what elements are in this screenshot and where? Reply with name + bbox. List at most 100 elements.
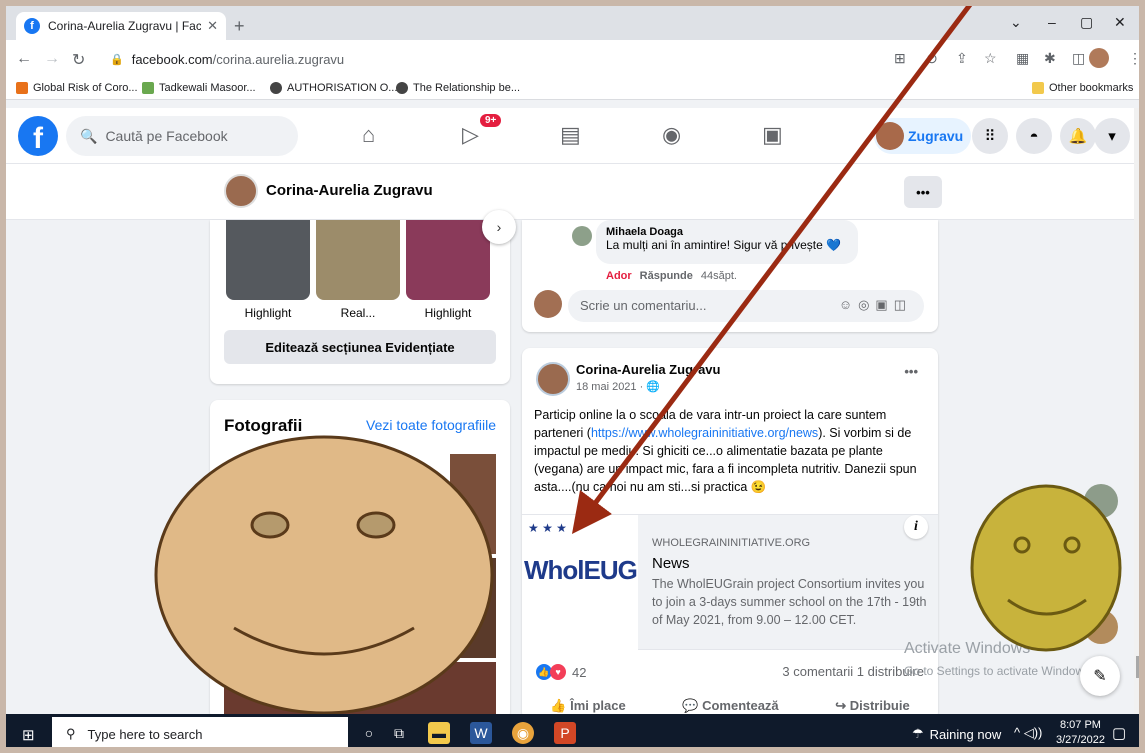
info-icon[interactable]: i	[904, 515, 928, 539]
tab-search-icon[interactable]: ⌄	[1010, 14, 1022, 31]
post-more-button[interactable]: •••	[904, 364, 918, 379]
groups-icon[interactable]: ◉	[662, 122, 681, 148]
photo-thumbnail[interactable]	[224, 662, 496, 720]
reaction-summary[interactable]: 👍 ♥ 42	[536, 664, 586, 680]
user-profile-chip[interactable]: Zugravu	[874, 118, 972, 154]
comment-tools-icon[interactable]: ☺◎▣◫	[839, 297, 912, 313]
comment-reaction-link[interactable]: Ador	[606, 270, 632, 282]
post-author[interactable]: Corina-Aurelia Zugravu	[576, 362, 720, 377]
link-preview-description: The WholEUGrain project Consortium invit…	[652, 577, 927, 627]
reload-icon[interactable]: ↻	[72, 50, 85, 70]
close-window-button[interactable]: ✕	[1114, 14, 1126, 31]
bookmark-item[interactable]: AUTHORISATION O...	[270, 82, 397, 94]
extensions-puzzle-icon[interactable]: ✱	[1044, 50, 1056, 67]
chevron-right-icon[interactable]: ›	[482, 210, 516, 244]
comment-button[interactable]: 💬 Comentează	[682, 698, 778, 714]
highlights-card: Highlight Real... Highlight Editează sec…	[210, 220, 510, 384]
write-comment-input[interactable]: Scrie un comentariu... ☺◎▣◫	[568, 290, 924, 322]
watch-video-icon[interactable]: ▷	[462, 122, 479, 148]
edit-highlights-button[interactable]: Editează secțiunea Evidențiate	[224, 330, 496, 364]
back-icon[interactable]: ←	[16, 50, 32, 68]
block-icon[interactable]: ⊘	[926, 50, 938, 67]
avatar[interactable]	[224, 174, 258, 208]
minimize-button[interactable]: –	[1048, 14, 1056, 30]
other-bookmarks[interactable]: Other bookmarks	[1032, 82, 1133, 94]
marketplace-icon[interactable]: ▤	[560, 122, 581, 148]
notifications-bell-icon[interactable]: 🔔	[1060, 118, 1096, 154]
extension-grid-icon[interactable]: ▦	[1016, 50, 1029, 67]
facebook-logo-icon[interactable]: f	[18, 116, 58, 156]
browser-tab[interactable]: f Corina-Aurelia Zugravu | Facebook ✕	[16, 12, 226, 40]
account-dropdown-icon[interactable]: ▾	[1094, 118, 1130, 154]
highlight-thumbnail[interactable]	[226, 220, 310, 300]
profile-name[interactable]: Corina-Aurelia Zugravu	[266, 182, 433, 199]
chrome-profile-avatar[interactable]	[1089, 48, 1109, 68]
contact-avatar[interactable]	[1084, 610, 1118, 644]
weather-widget[interactable]: ☂ Raining now	[912, 726, 1001, 742]
address-bar[interactable]: 🔒 facebook.com/corina.aurelia.zugravu	[110, 46, 910, 72]
activate-windows-subtitle: Go to Settings to activate Windows.	[904, 664, 1094, 678]
new-message-icon[interactable]: ✎	[1080, 656, 1120, 696]
side-panel-icon[interactable]: ◫	[1072, 50, 1085, 67]
facebook-search-input[interactable]: 🔍 Caută pe Facebook	[66, 116, 298, 156]
home-icon[interactable]: ⌂	[362, 122, 375, 148]
messenger-icon[interactable]: ◓	[1016, 118, 1052, 154]
highlight-thumbnail[interactable]	[316, 220, 400, 300]
share-icon[interactable]: ⇪	[956, 50, 968, 67]
browser-toolbar: ← → ↻ 🔒 facebook.com/corina.aurelia.zugr…	[6, 40, 1142, 78]
chrome-menu-icon[interactable]: ⋮	[1128, 50, 1142, 67]
see-all-photos-link[interactable]: Vezi toate fotografiile	[366, 417, 496, 433]
scrollbar-thumb[interactable]	[1136, 656, 1143, 678]
taskbar-search-input[interactable]: ⚲ Type here to search	[52, 717, 348, 751]
task-view-icon[interactable]: ⧉	[388, 722, 410, 744]
forward-icon[interactable]: →	[44, 50, 60, 68]
gaming-icon[interactable]: ▣	[762, 122, 783, 148]
tab-close-icon[interactable]: ✕	[207, 18, 218, 34]
avatar[interactable]	[536, 362, 570, 396]
word-icon[interactable]: W	[470, 722, 492, 744]
bookmark-item[interactable]: Global Risk of Coro...	[16, 82, 138, 94]
share-button[interactable]: ↪ Distribuie	[835, 698, 909, 714]
bookmark-item[interactable]: The Relationship be...	[396, 82, 520, 94]
photo-thumbnail[interactable]	[450, 454, 496, 554]
cortana-icon[interactable]: ○	[358, 722, 380, 744]
menu-grid-icon[interactable]: ⠿	[972, 118, 1008, 154]
profile-more-button[interactable]: •••	[904, 176, 942, 208]
maximize-button[interactable]: ▢	[1080, 14, 1093, 31]
profile-bar: Corina-Aurelia Zugravu •••	[6, 164, 1139, 220]
post-text: Particip online la o scoala de vara intr…	[534, 408, 917, 494]
photo-thumbnail[interactable]	[450, 558, 496, 658]
windows-start-icon[interactable]: ⊞	[22, 726, 35, 744]
bookmark-star-icon[interactable]: ☆	[984, 50, 997, 67]
post-date[interactable]: 18 mai 2021 · 🌐	[576, 380, 660, 393]
new-tab-button[interactable]: +	[234, 16, 245, 37]
system-tray-icons[interactable]: ^ ◁))	[1014, 725, 1042, 741]
notification-center-icon[interactable]: ▢	[1112, 724, 1126, 742]
avatar[interactable]	[572, 226, 592, 246]
chrome-icon[interactable]: ◉	[512, 722, 534, 744]
highlight-thumbnail[interactable]	[406, 220, 490, 300]
avatar	[876, 122, 904, 150]
umbrella-icon: ☂	[912, 726, 924, 741]
system-clock[interactable]: 8:07 PM 3/27/2022	[1056, 718, 1105, 748]
powerpoint-icon[interactable]: P	[554, 722, 576, 744]
comment-author[interactable]: Mihaela Doaga	[606, 226, 848, 238]
search-icon: ⚲	[66, 726, 76, 741]
avatar	[534, 290, 562, 318]
comment-reply-link[interactable]: Răspunde	[640, 270, 693, 282]
post-link[interactable]: https://www.wholegraininitiative.org/new…	[591, 426, 818, 440]
link-preview[interactable]: ★ ★ ★ WholEUGrain WHOLEGRAININITIATIVE.O…	[522, 514, 938, 651]
contact-avatar[interactable]	[1084, 484, 1118, 518]
post-stats[interactable]: 3 comentarii 1 distribuire	[782, 664, 924, 679]
file-explorer-icon[interactable]: ▬	[428, 722, 450, 744]
bookmark-favicon-icon	[142, 82, 154, 94]
facebook-header: f 🔍 Caută pe Facebook ⌂ ▷ 9+ ▤ ◉ ▣ Zugra…	[6, 108, 1139, 164]
like-button[interactable]: 👍 Îmi place	[550, 698, 625, 714]
bookmark-item[interactable]: Tadkewali Masoor...	[142, 82, 256, 94]
link-preview-title: News	[652, 555, 690, 572]
translate-icon[interactable]: ⊞	[894, 50, 906, 67]
link-preview-domain: WHOLEGRAININITIATIVE.ORG	[652, 537, 811, 549]
page-scrollbar[interactable]	[1134, 108, 1144, 714]
highlight-label: Highlight	[244, 306, 292, 320]
notification-badge: 9+	[480, 114, 502, 127]
